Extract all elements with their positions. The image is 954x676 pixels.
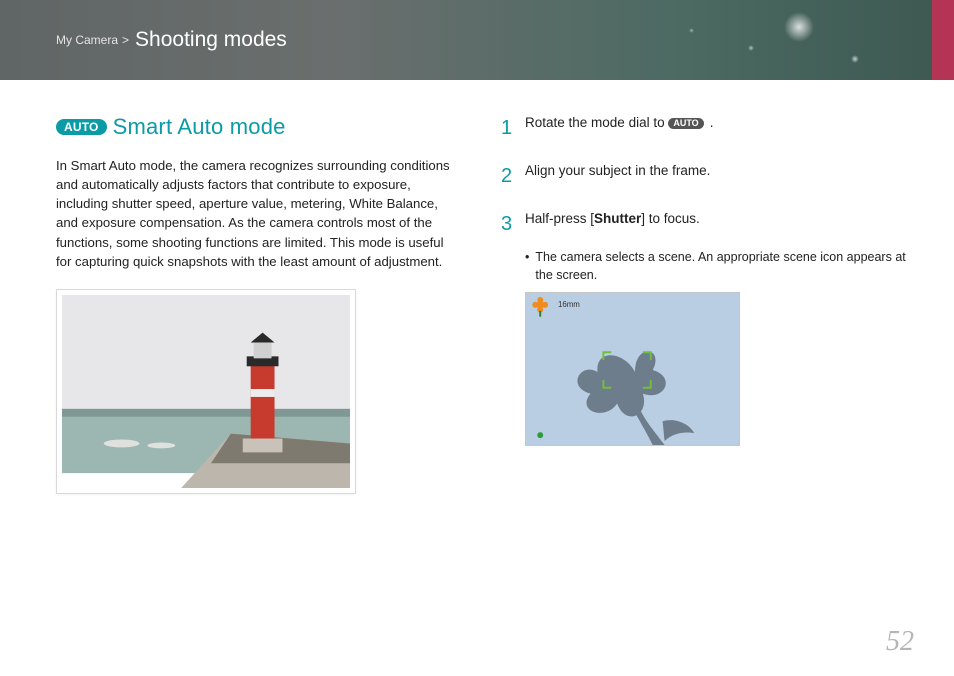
left-column: AUTO Smart Auto mode In Smart Auto mode,… [56, 114, 461, 494]
sparkle-decoration [748, 45, 754, 51]
breadcrumb-page-title: Shooting modes [135, 28, 287, 52]
step-number-1: 1 [501, 114, 525, 142]
sparkle-decoration [851, 55, 859, 63]
breadcrumb-separator: > [122, 33, 129, 47]
section-title: Smart Auto mode [113, 114, 286, 140]
step-3: 3 Half-press [Shutter] to focus. [501, 210, 906, 238]
right-column: 1 Rotate the mode dial to AUTO. 2 Align … [501, 114, 906, 494]
breadcrumb-root: My Camera [56, 33, 118, 47]
focal-length-readout: 16mm [558, 300, 580, 309]
section-body: In Smart Auto mode, the camera recognize… [56, 156, 461, 271]
step-3-sub-text: The camera selects a scene. An appropria… [535, 248, 906, 284]
step-number-2: 2 [501, 162, 525, 190]
step-2-text: Align your subject in the frame. [525, 162, 710, 190]
auto-badge-icon: AUTO [56, 119, 107, 135]
sparkle-decoration [689, 28, 694, 33]
step-number-3: 3 [501, 210, 525, 238]
sparkle-decoration [784, 12, 814, 42]
step-3-text-pre: Half-press [ [525, 211, 594, 226]
step-3-sub-bullet: • The camera selects a scene. An appropr… [525, 248, 906, 284]
accent-bar [932, 0, 954, 80]
example-photo [62, 295, 350, 488]
auto-badge-icon: AUTO [668, 118, 703, 129]
step-1: 1 Rotate the mode dial to AUTO. [501, 114, 906, 142]
step-1-text-pre: Rotate the mode dial to [525, 115, 668, 130]
page-number: 52 [886, 626, 914, 658]
scene-preview: 16mm [525, 292, 740, 446]
page-header: My Camera > Shooting modes [0, 0, 954, 80]
step-3-text-post: ] to focus. [641, 211, 700, 226]
step-1-text-post: . [710, 115, 714, 130]
shutter-label: Shutter [594, 211, 641, 226]
section-heading: AUTO Smart Auto mode [56, 114, 461, 140]
step-2: 2 Align your subject in the frame. [501, 162, 906, 190]
bullet-dot-icon: • [525, 248, 529, 284]
example-photo-frame [56, 289, 356, 494]
